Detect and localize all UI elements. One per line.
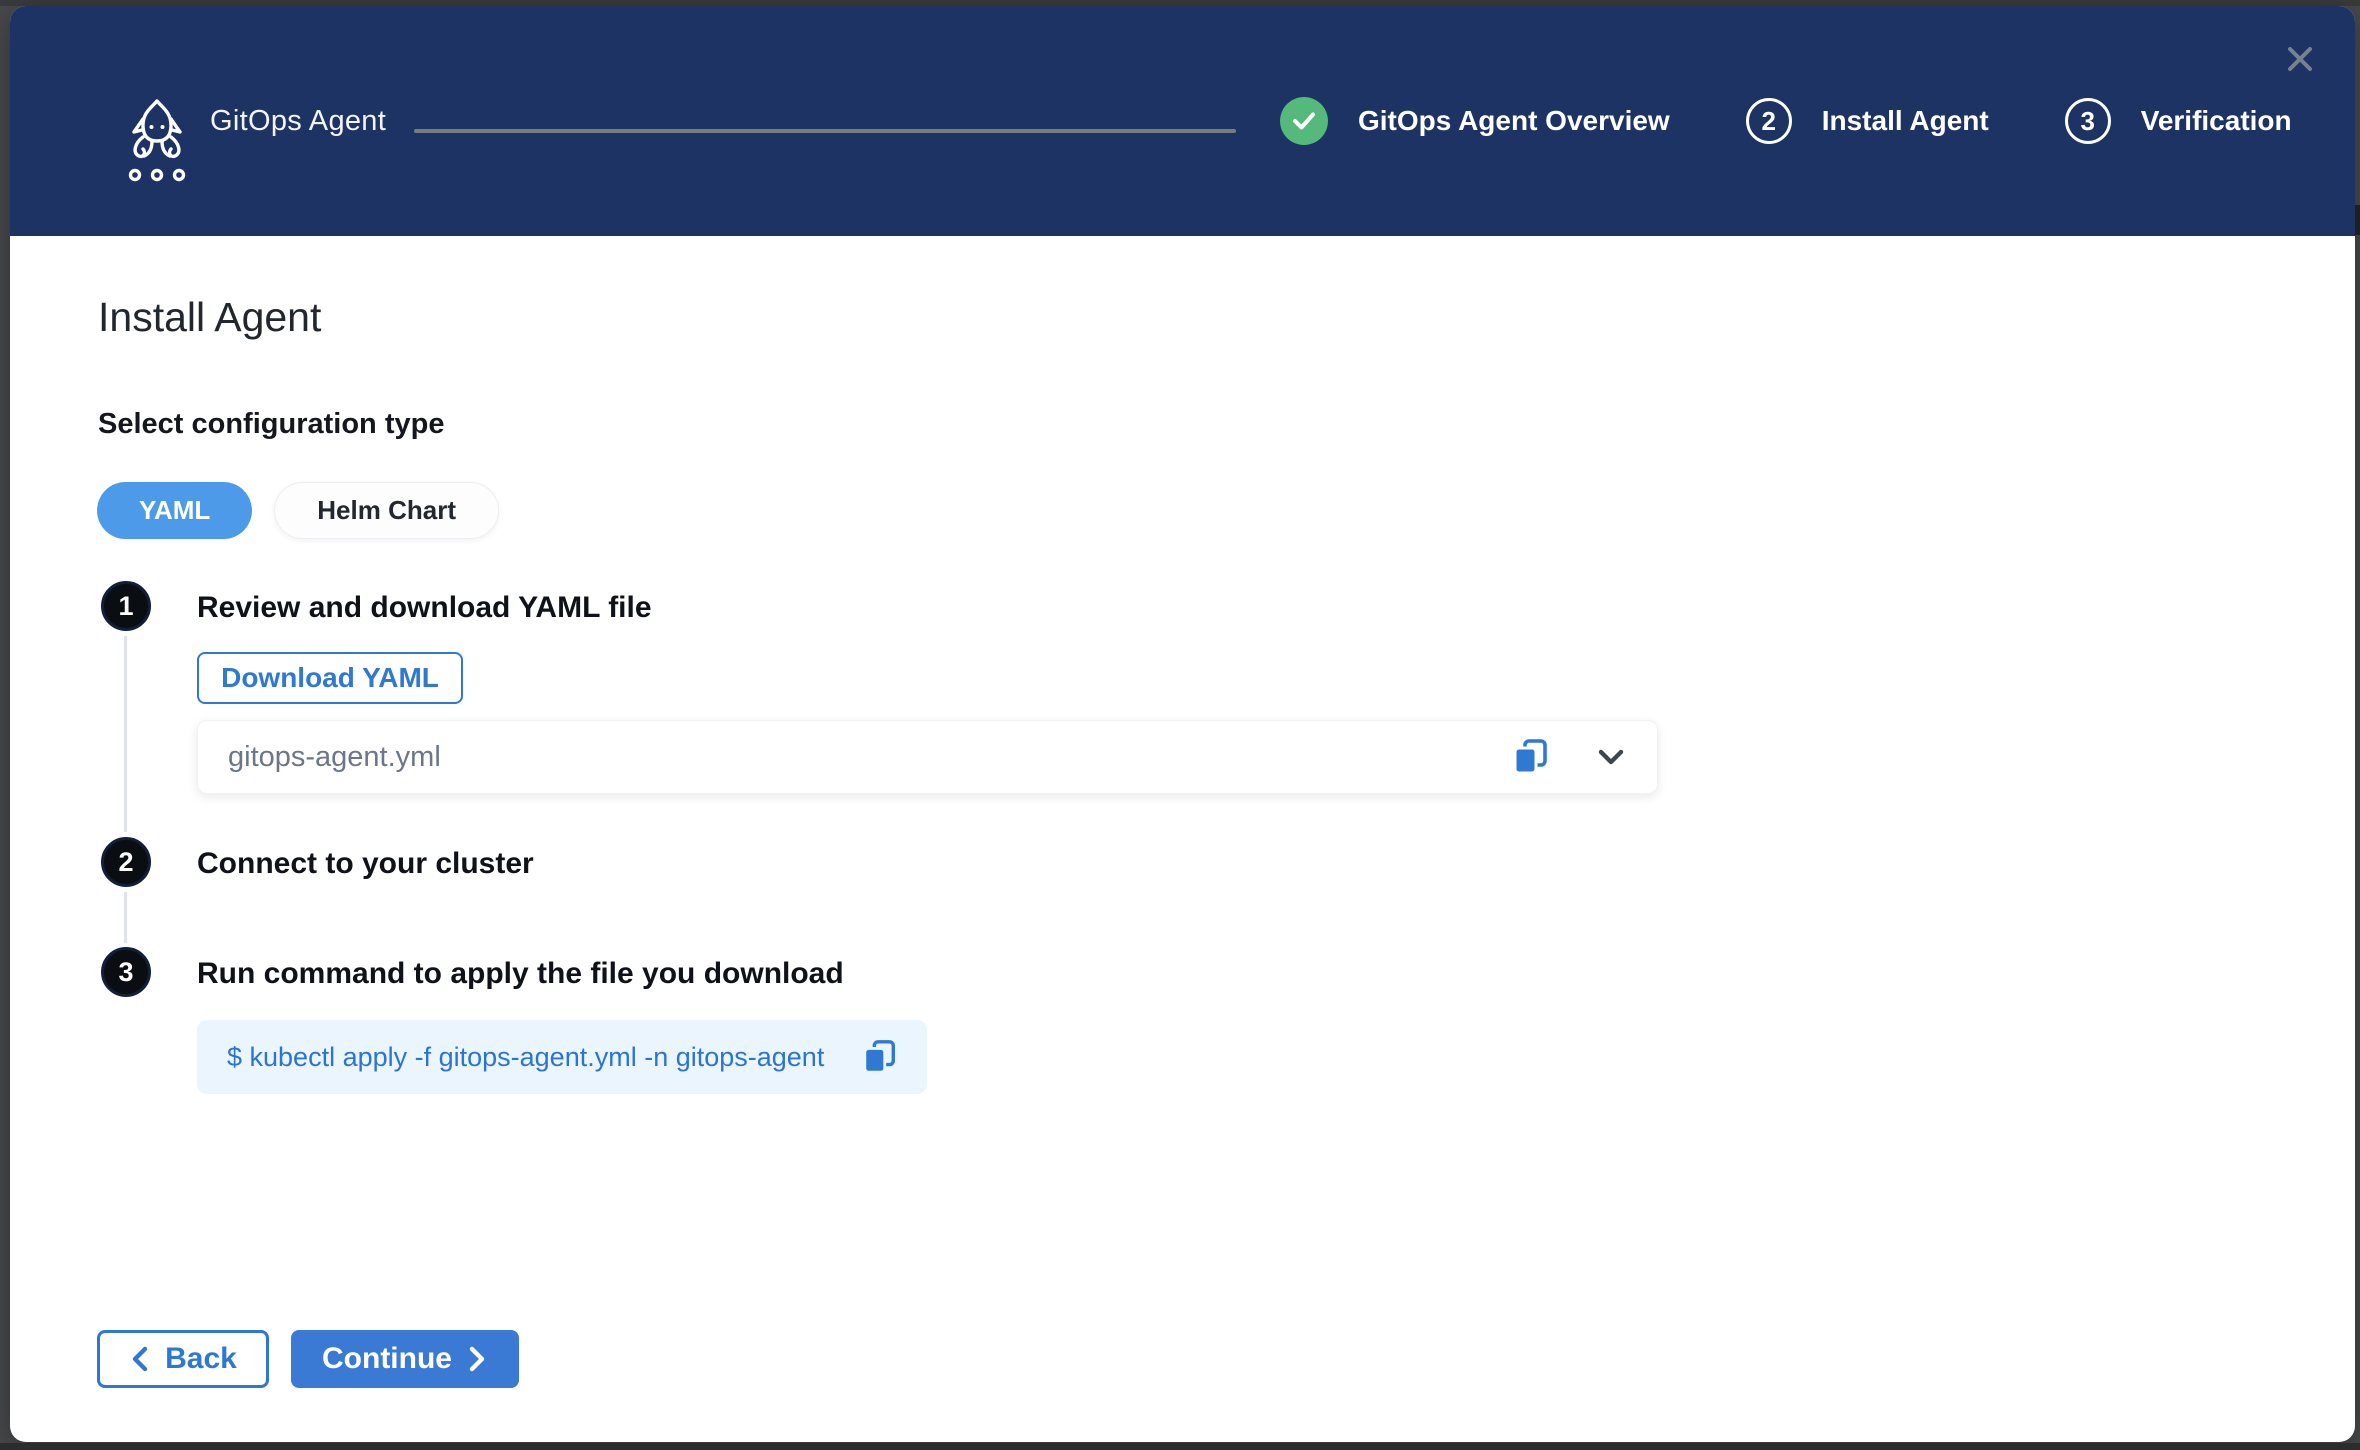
config-type-label: Select configuration type [98,408,444,441]
config-option-yaml[interactable]: YAML [97,482,252,539]
page-title: Install Agent [98,294,321,341]
step-3-title: Run command to apply the file you downlo… [197,957,844,991]
continue-button-label: Continue [322,1342,452,1376]
step-1-badge: 1 [101,581,151,631]
config-option-helm-chart[interactable]: Helm Chart [274,482,499,539]
step-connector-line [124,892,127,943]
close-icon[interactable] [2277,36,2323,82]
step-number-badge: 3 [2065,98,2111,144]
step-number-badge: 2 [1746,98,1792,144]
dialog-footer: Back Continue [97,1330,519,1388]
stepper-label: Install Agent [1822,105,1989,137]
back-button[interactable]: Back [97,1330,269,1388]
wizard-stepper: GitOps Agent Overview 2 Install Agent 3 … [1280,6,2292,236]
stepper-item-overview[interactable]: GitOps Agent Overview [1280,97,1670,145]
stepper-item-verification[interactable]: 3 Verification [2065,98,2292,144]
kubectl-command-text: $ kubectl apply -f gitops-agent.yml -n g… [227,1042,859,1073]
stepper-label: Verification [2141,105,2292,137]
gitops-squid-logo-icon [126,98,188,186]
check-circle-icon [1280,97,1328,145]
step-2-badge: 2 [101,837,151,887]
stepper-item-install-agent[interactable]: 2 Install Agent [1746,98,1989,144]
header-divider [414,129,1236,133]
yaml-filename: gitops-agent.yml [228,741,1509,774]
dialog-header: GitOps Agent GitOps Agent Overview 2 Ins… [10,6,2355,236]
step-connector-line [124,636,127,832]
step-3-badge: 3 [101,947,151,997]
chevron-left-icon [129,1345,151,1373]
back-button-label: Back [165,1342,237,1376]
chevron-down-icon[interactable] [1591,737,1631,777]
install-agent-dialog: GitOps Agent GitOps Agent Overview 2 Ins… [10,6,2355,1442]
kubectl-command-panel: $ kubectl apply -f gitops-agent.yml -n g… [197,1020,927,1094]
yaml-file-panel[interactable]: gitops-agent.yml [197,720,1658,794]
stepper-label: GitOps Agent Overview [1358,105,1670,137]
step-1-title: Review and download YAML file [197,591,652,625]
dialog-title: GitOps Agent [210,6,386,236]
download-yaml-button[interactable]: Download YAML [197,652,463,704]
config-type-toggle: YAML Helm Chart [97,482,499,539]
continue-button[interactable]: Continue [291,1330,519,1388]
step-2-title: Connect to your cluster [197,847,534,881]
copy-icon[interactable] [859,1036,901,1078]
copy-icon[interactable] [1509,735,1553,779]
chevron-right-icon [466,1345,488,1373]
